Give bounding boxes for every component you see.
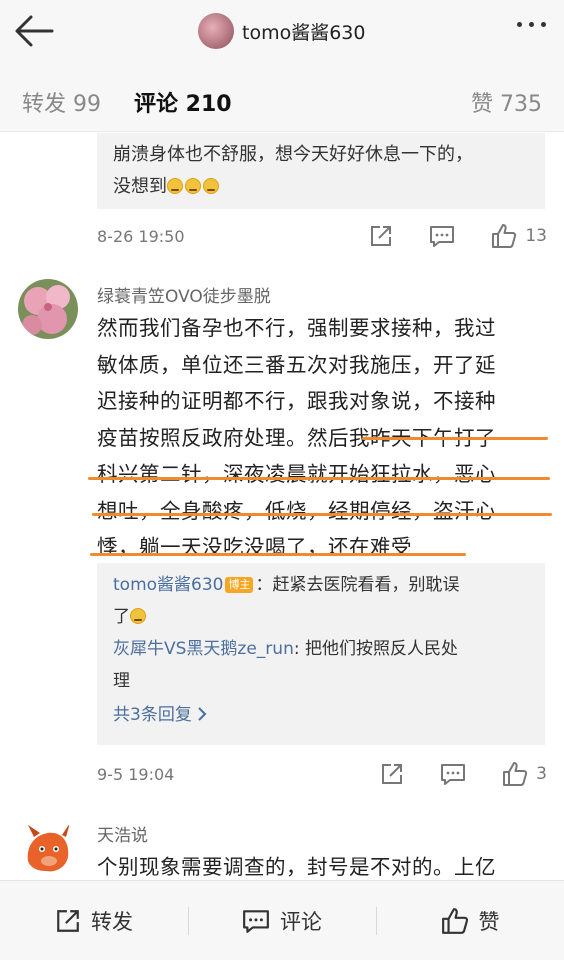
comment-time: 8-26 19:50 (97, 226, 185, 246)
repost-label: 转发 (91, 910, 133, 934)
avatar[interactable] (198, 13, 234, 49)
comment-button[interactable]: 评论 (188, 881, 376, 961)
share-icon[interactable] (369, 224, 393, 248)
more-replies-label: 共3条回复 (113, 705, 198, 725)
tab-bar: 转发 99 评论 210 赞 735 (0, 64, 564, 190)
share-icon (57, 910, 79, 932)
replies-box[interactable]: tomo酱酱630 博主 ：赶紧去医院看看，别耽误 了 灰犀牛VS黑天鹅ze_run… (97, 563, 545, 745)
like-count: 3 (536, 764, 547, 784)
header-username[interactable]: tomo酱酱630 (242, 18, 365, 45)
more-dots-icon[interactable] (517, 22, 546, 27)
reply-text: 理 (113, 671, 130, 691)
tab-repost[interactable]: 转发 99 (22, 86, 101, 118)
annotation-underline (362, 437, 548, 440)
annotation-underline (90, 553, 466, 556)
comment-text: 个别现象需要调查的，封号是不对的。上亿 (97, 849, 549, 880)
comment-line: 悸，躺一天没吃没喝了，还在难受 (97, 535, 412, 559)
comment-username[interactable]: 天浩说 (97, 821, 148, 846)
like-count: 13 (525, 226, 547, 246)
comment-list[interactable]: 崩溃身体也不舒服，想今天好好休息一下的， 没想到 8-26 19:50 13 绿… (0, 133, 564, 880)
header-user[interactable]: tomo酱酱630 (198, 12, 365, 50)
comment-line: 个别现象需要调查的，封号是不对的。上亿 (97, 855, 496, 879)
reply-username[interactable]: tomo酱酱630 (113, 575, 223, 595)
comment-line: 敏体质，单位还三番五次对我施压，开了延 (97, 352, 496, 377)
reply-box[interactable]: 崩溃身体也不舒服，想今天好好休息一下的， 没想到 (97, 133, 545, 209)
reply-text: 崩溃身体也不舒服，想今天好好休息一下的， (113, 144, 473, 165)
comment-line: 想吐，全身酸疼，低烧，经期停经，盗汗心 (97, 498, 496, 523)
avatar[interactable] (18, 817, 78, 877)
chevron-right-icon (198, 707, 207, 721)
comment-line: 迟接种的证明都不行，跟我对象说，不接种 (97, 389, 496, 413)
comment-time: 9-5 19:04 (97, 764, 175, 784)
like-button[interactable]: 3 (502, 761, 547, 787)
like-button[interactable]: 13 (491, 223, 547, 249)
comment-line: 然而我们备孕也不行，强制要求接种，我过 (97, 316, 496, 340)
reply-text: ：赶紧去医院看看，别耽误 (255, 575, 460, 595)
bottom-action-bar: 转发 评论 赞 (0, 880, 564, 960)
more-replies-link[interactable]: 共3条回复 (113, 699, 529, 731)
thumbs-up-icon (503, 762, 528, 786)
comment-icon[interactable] (440, 762, 466, 786)
reply-text: : 把他们按照反人民处 (293, 639, 458, 659)
top-bar: tomo酱酱630 (0, 0, 564, 64)
reply-item[interactable]: 灰犀牛VS黑天鹅ze_run: 把他们按照反人民处 (113, 633, 529, 665)
thumbs-up-icon (492, 224, 517, 248)
comment-meta: 9-5 19:04 3 (97, 759, 547, 789)
emoji-icon (130, 608, 146, 624)
share-icon[interactable] (380, 762, 404, 786)
reply-username[interactable]: 灰犀牛VS黑天鹅ze_run (113, 639, 294, 659)
reply-item-cont: 理 (113, 665, 529, 697)
back-arrow-icon[interactable] (14, 14, 54, 48)
reply-item[interactable]: tomo酱酱630 博主 ：赶紧去医院看看，别耽误 (113, 569, 529, 601)
reply-item-cont: 了 (113, 601, 529, 633)
annotation-underline (88, 477, 550, 480)
comment-meta: 8-26 19:50 13 (97, 221, 547, 251)
reply-text: 了 (113, 607, 130, 627)
comment-line: 科兴第二针，深夜凌晨就开始狂拉水，恶心 (97, 462, 496, 486)
comment-icon (243, 910, 269, 933)
author-badge: 博主 (225, 577, 254, 593)
crying-emoji-icon (185, 178, 201, 194)
comment-icon[interactable] (429, 224, 455, 248)
crying-emoji-icon (167, 178, 183, 194)
tab-like[interactable]: 赞 735 (471, 86, 542, 118)
reply-text: 没想到 (113, 176, 167, 197)
comment-username[interactable]: 绿蓑青笠OVO徒步墨脱 (97, 282, 271, 307)
repost-button[interactable]: 转发 (0, 881, 188, 961)
like-button[interactable]: 赞 (376, 881, 564, 961)
annotation-underline (92, 513, 552, 516)
crying-emoji-icon (203, 178, 219, 194)
thumbs-up-icon (441, 908, 468, 934)
avatar[interactable] (18, 279, 78, 339)
comment-label: 评论 (280, 910, 322, 934)
like-label: 赞 (478, 910, 500, 934)
